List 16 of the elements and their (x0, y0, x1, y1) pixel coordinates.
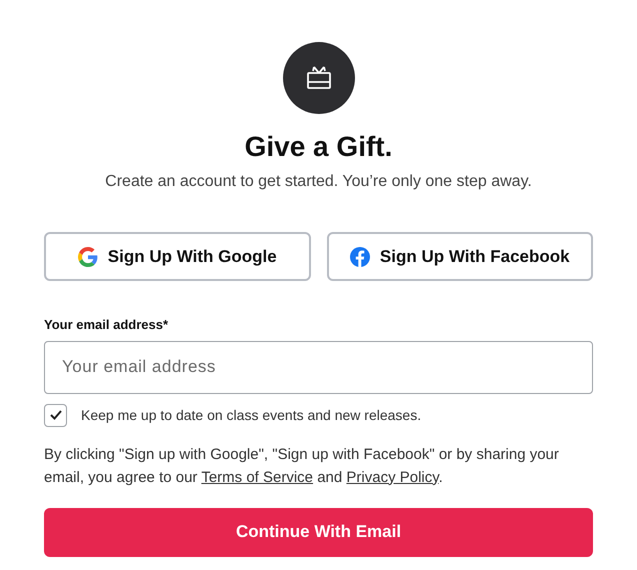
terms-link[interactable]: Terms of Service (201, 468, 314, 486)
page-title: Give a Gift. (244, 130, 392, 164)
facebook-icon (350, 246, 370, 266)
privacy-link[interactable]: Privacy Policy (346, 468, 439, 486)
continue-button[interactable]: Continue With Email (44, 508, 593, 556)
social-signup-button[interactable]: Sign Up With Facebook (326, 232, 593, 281)
legal-notice: By clicking "Sign up with Google", "Sign up with Facebook" or by sharing your email, you agree to our Terms of Service and Privacy Policy. (44, 444, 560, 488)
field-label: Your email address* (44, 316, 170, 334)
google-icon (78, 246, 98, 266)
social-signup-button[interactable]: Sign Up With Google (44, 232, 310, 281)
subtitle: Create an account to get started. You’re only one step away. (105, 172, 532, 192)
checkbox[interactable] (44, 404, 67, 426)
checkmark-icon (50, 410, 62, 420)
checkbox-label: Keep me up to date on class events and new releases. (81, 406, 422, 425)
email-field[interactable]: Your email address (44, 340, 593, 394)
gift-card-icon (304, 65, 332, 91)
